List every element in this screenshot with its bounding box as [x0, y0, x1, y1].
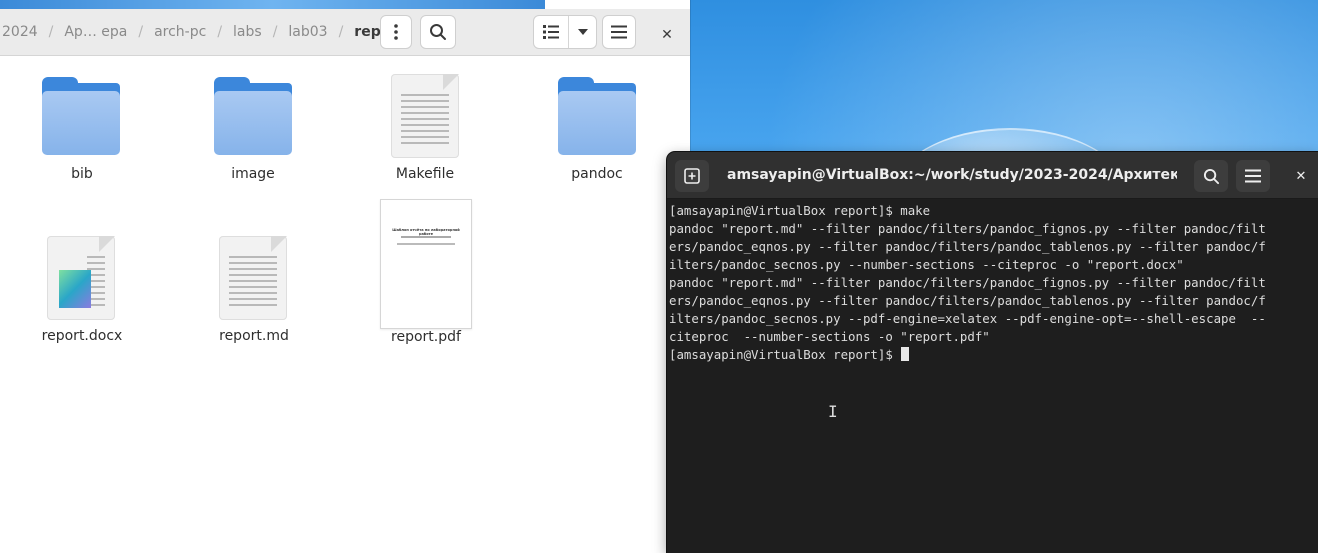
file-name: image	[231, 166, 275, 182]
vertical-dots-icon	[394, 24, 398, 40]
file-name: report.md	[219, 328, 289, 344]
hamburger-menu-icon	[611, 25, 627, 39]
file-name: Makefile	[395, 166, 455, 182]
text-file-icon	[391, 74, 459, 158]
text-file-icon	[219, 236, 287, 320]
file-manager-header: 2024 / Ар… ера / arch-pc / labs / lab03 …	[0, 9, 690, 56]
search-icon	[430, 24, 446, 40]
close-icon: ✕	[661, 27, 673, 43]
folder-icon	[214, 77, 292, 155]
hamburger-menu-icon	[1245, 169, 1261, 183]
chevron-down-icon	[577, 29, 588, 35]
terminal-window: amsayapin@VirtualBox:~/work/study/2023-2…	[667, 152, 1318, 553]
breadcrumb-item[interactable]: 2024	[0, 24, 40, 40]
folder-menu-button[interactable]	[380, 15, 412, 49]
terminal-line: [amsayapin@VirtualBox report]$ make	[669, 203, 931, 218]
file-manager-window: 2024 / Ар… ера / arch-pc / labs / lab03 …	[0, 0, 690, 553]
close-icon: ✕	[1295, 168, 1307, 184]
mouse-ibeam-cursor-icon: I	[828, 402, 838, 421]
terminal-prompt: [amsayapin@VirtualBox report]$	[669, 347, 901, 362]
terminal-prompt-line[interactable]: [amsayapin@VirtualBox report]$	[669, 346, 1314, 364]
folder-icon	[42, 77, 120, 155]
terminal-menu-button[interactable]	[1236, 160, 1270, 192]
folder-icon	[558, 77, 636, 155]
breadcrumb-item[interactable]: Ар… ера	[62, 24, 129, 40]
text-cursor	[901, 347, 910, 361]
new-tab-button[interactable]	[675, 160, 709, 192]
search-icon	[1203, 168, 1219, 184]
terminal-line: ilters/pandoc_secnos.py --number-section…	[669, 257, 1184, 272]
breadcrumb-item[interactable]: arch-pc	[152, 24, 208, 40]
window-top-strip	[0, 0, 545, 9]
close-window-button[interactable]: ✕	[650, 18, 684, 52]
file-name: report.docx	[41, 328, 123, 344]
terminal-output[interactable]: [amsayapin@VirtualBox report]$ make pand…	[669, 202, 1314, 364]
terminal-close-button[interactable]: ✕	[1285, 160, 1317, 192]
file-name: bib	[71, 166, 93, 182]
list-view-button[interactable]	[534, 16, 570, 48]
pdf-thumbnail-title: Шаблон отчёта по лабораторной работе	[392, 228, 460, 236]
pdf-thumbnail: Шаблон отчёта по лабораторной работе	[380, 199, 472, 329]
terminal-search-button[interactable]	[1194, 160, 1228, 192]
file-name: pandoc	[571, 166, 623, 182]
list-view-icon	[543, 25, 560, 39]
terminal-title: amsayapin@VirtualBox:~/work/study/2023-2…	[727, 167, 1177, 183]
main-menu-button[interactable]	[602, 15, 636, 49]
document-file-icon	[47, 236, 115, 320]
terminal-line: citeproc --number-sections -o "report.pd…	[669, 329, 990, 344]
view-toggle-button[interactable]	[533, 15, 597, 49]
terminal-header: amsayapin@VirtualBox:~/work/study/2023-2…	[667, 152, 1318, 199]
terminal-line: ers/pandoc_eqnos.py --filter pandoc/filt…	[669, 293, 1266, 308]
terminal-line: pandoc "report.md" --filter pandoc/filte…	[669, 221, 1266, 236]
terminal-line: pandoc "report.md" --filter pandoc/filte…	[669, 275, 1266, 290]
view-options-dropdown[interactable]	[569, 16, 596, 48]
terminal-line: ers/pandoc_eqnos.py --filter pandoc/filt…	[669, 239, 1266, 254]
breadcrumb: 2024 / Ар… ера / arch-pc / labs / lab03 …	[0, 9, 406, 55]
file-name: report.pdf	[391, 329, 461, 345]
new-tab-icon	[684, 168, 700, 184]
terminal-line: ilters/pandoc_secnos.py --pdf-engine=xel…	[669, 311, 1266, 326]
search-button[interactable]	[420, 15, 456, 49]
breadcrumb-item[interactable]: lab03	[286, 24, 329, 40]
breadcrumb-item[interactable]: labs	[231, 24, 264, 40]
